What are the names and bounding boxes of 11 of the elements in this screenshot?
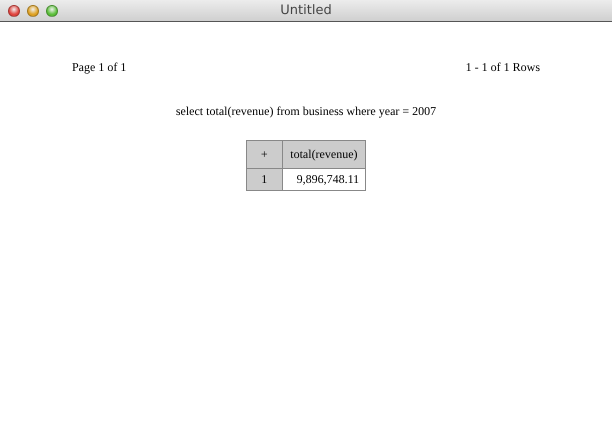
corner-header[interactable]: + [246, 140, 282, 168]
column-header[interactable]: total(revenue) [282, 140, 366, 168]
table-cell: 9,896,748.11 [282, 168, 366, 190]
page-indicator: Page 1 of 1 [72, 60, 126, 75]
row-number: 1 [246, 168, 282, 190]
query-text: select total(revenue) from business where year = 2007 [176, 104, 436, 119]
minimize-button[interactable] [27, 4, 39, 16]
window-title: Untitled [280, 3, 332, 18]
row-count: 1 - 1 of 1 Rows [466, 60, 540, 75]
zoom-button[interactable] [46, 4, 58, 16]
close-button[interactable] [8, 4, 20, 16]
